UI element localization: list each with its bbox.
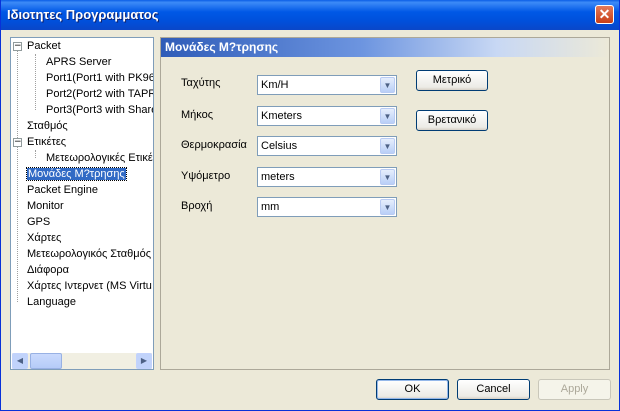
panel-header: Μονάδες Μ?τρησης: [161, 38, 609, 57]
length-value: Kmeters: [261, 110, 302, 122]
length-label: Μήκος: [181, 109, 214, 121]
temperature-value: Celsius: [261, 140, 298, 152]
tree-item-label: APRS Server: [46, 56, 112, 68]
metric-button[interactable]: Μετρικό: [416, 70, 488, 91]
speed-select[interactable]: Km/H ▼: [257, 75, 397, 95]
scroll-right-icon[interactable]: ▶: [136, 353, 152, 369]
tree-line: [17, 50, 18, 302]
altitude-select[interactable]: meters ▼: [257, 167, 397, 187]
scrollbar-thumb[interactable]: [30, 353, 62, 369]
tree-line: [35, 54, 36, 110]
tree-horizontal-scrollbar[interactable]: ◀ ▶: [12, 353, 152, 369]
window-title: Ιδιοτητες Προγραμματος: [7, 7, 159, 22]
tree-line: [35, 150, 36, 158]
altitude-value: meters: [261, 171, 295, 183]
speed-value: Km/H: [261, 79, 289, 91]
tree-item-label: Language: [27, 296, 76, 308]
tree-item-misc[interactable]: Διάφορα: [27, 263, 69, 278]
tree-item-label: Σταθμός: [27, 120, 68, 132]
collapse-icon[interactable]: −: [13, 138, 22, 147]
chevron-down-icon[interactable]: ▼: [380, 169, 395, 185]
settings-panel: Μονάδες Μ?τρησης Ταχύτης Km/H ▼ Μήκος Km…: [160, 37, 610, 370]
tree-item-label: Port1(Port1 with PK96: [46, 72, 154, 84]
length-select[interactable]: Kmeters ▼: [257, 106, 397, 126]
collapse-icon[interactable]: −: [13, 42, 22, 51]
chevron-down-icon[interactable]: ▼: [380, 138, 395, 154]
temperature-label: Θερμοκρασία: [181, 139, 247, 151]
tree-item-measurement-units[interactable]: Μονάδες Μ?τρησης: [26, 167, 127, 182]
tree-item-port2[interactable]: Port2(Port2 with TAPR: [46, 87, 154, 102]
tree-item-station[interactable]: Σταθμός: [27, 119, 68, 134]
tree-item-aprs-server[interactable]: APRS Server: [46, 55, 111, 70]
british-button[interactable]: Βρετανικό: [416, 110, 488, 131]
ok-button[interactable]: OK: [376, 379, 449, 400]
tree-item-label: Ετικέτες: [27, 136, 67, 148]
tree-item-label: Monitor: [27, 200, 64, 212]
temperature-select[interactable]: Celsius ▼: [257, 136, 397, 156]
cancel-button[interactable]: Cancel: [457, 379, 530, 400]
tree-item-internet-maps[interactable]: Χάρτες Ιντερνετ (MS Virtu: [27, 279, 152, 294]
rain-select[interactable]: mm ▼: [257, 197, 397, 217]
tree-item-label: Μονάδες Μ?τρησης: [26, 167, 127, 181]
tree-item-label: Διάφορα: [27, 264, 70, 276]
chevron-down-icon[interactable]: ▼: [380, 199, 395, 215]
chevron-down-icon[interactable]: ▼: [380, 77, 395, 93]
tree-item-label: GPS: [27, 216, 51, 228]
rain-value: mm: [261, 201, 280, 213]
tree-item-weather-labels[interactable]: Μετεωρολογικές Ετικέ: [46, 151, 153, 166]
settings-tree: − Packet APRS Server Port1(Port1 with PK…: [10, 37, 154, 370]
tree-item-packet-engine[interactable]: Packet Engine: [27, 183, 98, 198]
tree-item-label: Port2(Port2 with TAPR: [46, 88, 154, 100]
properties-window: Ιδιοτητες Προγραμματος ✕ − Packet APRS S…: [0, 0, 620, 411]
tree-item-label: Μετεωρολογικές Ετικέ: [46, 152, 153, 164]
tree-item-weather-station[interactable]: Μετεωρολογικός Σταθμός: [27, 247, 151, 262]
tree-item-gps[interactable]: GPS: [27, 215, 50, 230]
rain-label: Βροχή: [181, 200, 213, 212]
speed-label: Ταχύτης: [181, 77, 221, 89]
apply-button[interactable]: Apply: [538, 379, 611, 400]
tree-item-language[interactable]: Language: [27, 295, 76, 310]
tree-item-port1[interactable]: Port1(Port1 with PK96: [46, 71, 154, 86]
tree-item-label: Packet Engine: [27, 184, 98, 196]
tree-item-label: Port3(Port3 with Share: [46, 104, 154, 116]
tree-item-label: Packet: [27, 40, 61, 52]
tree-item-maps[interactable]: Χάρτες: [27, 231, 61, 246]
tree-item-port3[interactable]: Port3(Port3 with Share: [46, 103, 154, 118]
scroll-left-icon[interactable]: ◀: [12, 353, 28, 369]
close-button[interactable]: ✕: [595, 5, 614, 24]
title-bar[interactable]: Ιδιοτητες Προγραμματος ✕: [1, 0, 619, 30]
altitude-label: Υψόμετρο: [181, 170, 231, 182]
close-icon: ✕: [598, 6, 611, 22]
tree-item-label: Μετεωρολογικός Σταθμός: [27, 248, 152, 260]
tree-item-label: Χάρτες Ιντερνετ (MS Virtu: [27, 280, 152, 292]
tree-item-label: Χάρτες: [27, 232, 62, 244]
chevron-down-icon[interactable]: ▼: [380, 108, 395, 124]
tree-item-monitor[interactable]: Monitor: [27, 199, 64, 214]
panel-title: Μονάδες Μ?τρησης: [165, 40, 279, 54]
